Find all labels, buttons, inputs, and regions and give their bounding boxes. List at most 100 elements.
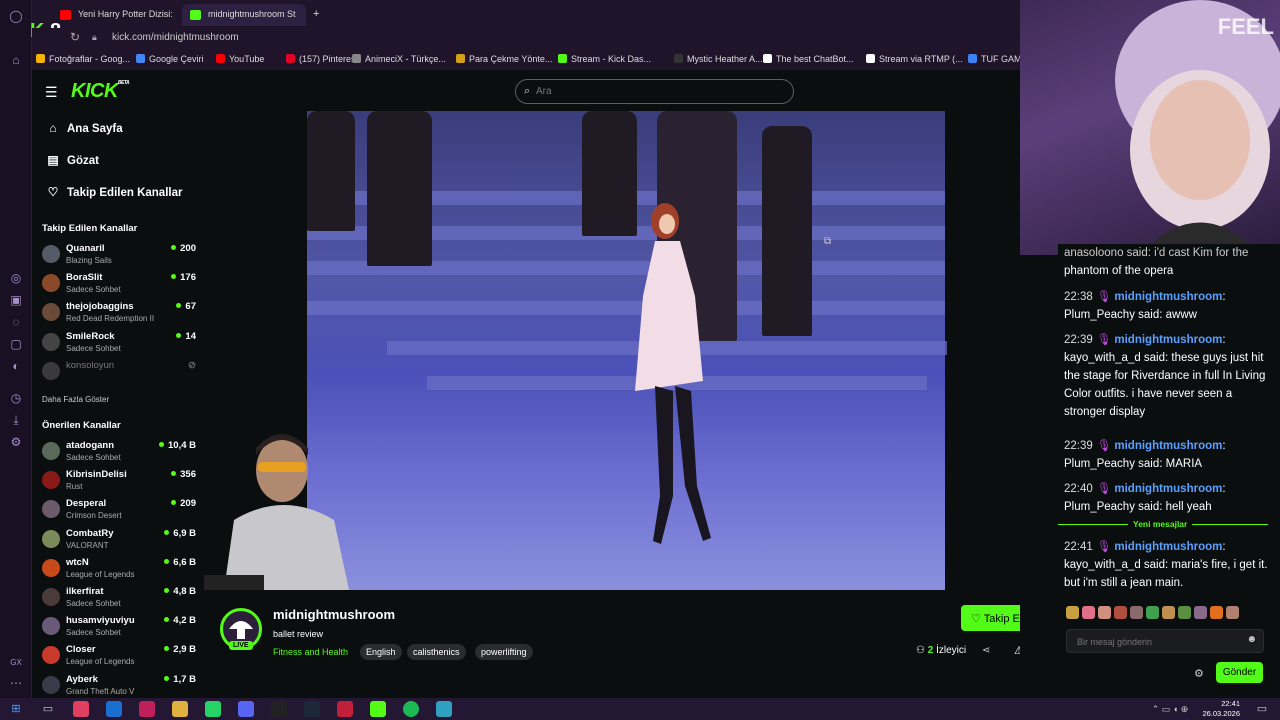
emote-icon[interactable]: [1066, 606, 1079, 619]
bookmark-item[interactable]: The best ChatBot...: [763, 54, 854, 64]
app-icon[interactable]: [337, 701, 353, 717]
channel-item[interactable]: wtcN League of Legends 6,6 B: [40, 556, 196, 582]
bookmark-item[interactable]: Mystic Heather A...: [674, 54, 763, 64]
whatsapp-icon[interactable]: [205, 701, 221, 717]
emote-icon[interactable]: [1130, 606, 1143, 619]
channel-item[interactable]: thejojobaggins Red Dead Redemption II 67: [40, 300, 196, 326]
emote-icon[interactable]: [1098, 606, 1111, 619]
channel-item[interactable]: atadogann Sadece Sohbet 10,4 B: [40, 439, 196, 465]
chat-input-box[interactable]: ☻: [1066, 629, 1264, 653]
bookmark-item[interactable]: Fotoğraflar - Goog...: [36, 54, 130, 64]
discord-icon[interactable]: ◐: [8, 358, 24, 374]
emote-icon[interactable]: [1178, 606, 1191, 619]
opera-gx-icon[interactable]: [139, 701, 155, 717]
spotify-icon[interactable]: [403, 701, 419, 717]
message-username[interactable]: midnightmushroom: [1114, 291, 1222, 303]
kick-icon[interactable]: [370, 701, 386, 717]
emote-icon[interactable]: [1226, 606, 1239, 619]
channel-item[interactable]: konsoloyun ⊘: [40, 359, 196, 385]
history-icon[interactable]: ◷: [8, 390, 24, 406]
new-tab-button[interactable]: +: [308, 4, 328, 26]
edge-icon[interactable]: [106, 701, 122, 717]
channel-item[interactable]: Closer League of Legends 2,9 B: [40, 643, 196, 669]
task-view-icon[interactable]: ▭: [40, 701, 56, 717]
emoji-icon[interactable]: ☻: [1246, 634, 1257, 645]
settings-icon[interactable]: ⚙: [8, 434, 24, 450]
viewer-count: 200: [171, 243, 196, 254]
ai-icon[interactable]: ◎: [8, 270, 24, 286]
clock[interactable]: 22:41 26.03.2026: [1202, 699, 1240, 719]
video-player[interactable]: ⧉: [204, 111, 1020, 591]
reload-icon[interactable]: ↻: [70, 30, 80, 44]
system-tray[interactable]: ⌃ ▭ ◖ ⊕: [1140, 701, 1200, 717]
nav-browse[interactable]: ▤ Gözat: [45, 153, 99, 167]
message-username[interactable]: midnightmushroom: [1114, 483, 1222, 495]
download-icon[interactable]: ⤓: [8, 412, 24, 428]
bookmark-item[interactable]: (157) Pinterest: [286, 54, 358, 64]
nav-home[interactable]: ⌂ Ana Sayfa: [45, 121, 122, 135]
emote-icon[interactable]: [1114, 606, 1127, 619]
bookmark-item[interactable]: Google Çeviri: [136, 54, 204, 64]
tag-powerlifting[interactable]: powerlifting: [475, 644, 533, 660]
bookmark-item[interactable]: Stream - Kick Das...: [558, 54, 651, 64]
message-username[interactable]: midnightmushroom: [1114, 440, 1222, 452]
whatsapp-icon[interactable]: ◌: [8, 314, 24, 330]
steam-icon[interactable]: [304, 701, 320, 717]
url-text[interactable]: kick.com/midnightmushroom: [112, 32, 239, 43]
popout-icon[interactable]: ⧉: [824, 236, 831, 247]
channel-item[interactable]: Ayberk Grand Theft Auto V 1,7 B: [40, 673, 196, 699]
kick-logo[interactable]: KICKBETA: [71, 80, 130, 103]
opera-icon[interactable]: ◯: [8, 8, 24, 24]
show-more-link[interactable]: Daha Fazla Göster: [42, 395, 109, 404]
tab-harry-potter[interactable]: Yeni Harry Potter Dizisi: Bi: [52, 4, 176, 26]
tab-kick[interactable]: midnightmushroom St: [182, 4, 306, 26]
share-icon[interactable]: ⋖: [982, 645, 990, 656]
message-username[interactable]: midnightmushroom: [1114, 541, 1222, 553]
emote-icon[interactable]: [1210, 606, 1223, 619]
tag-calisthenics[interactable]: calisthenics: [407, 644, 466, 660]
instagram-icon[interactable]: ▢: [8, 336, 24, 352]
channel-item[interactable]: KibrisinDelisi Rust 356: [40, 468, 196, 494]
emote-icon[interactable]: [1082, 606, 1095, 619]
channel-item[interactable]: Desperal Crimson Desert 209: [40, 497, 196, 523]
channel-item[interactable]: CombatRy VALORANT 6,9 B: [40, 527, 196, 553]
folder-icon[interactable]: [172, 701, 188, 717]
gx-icon[interactable]: GX: [8, 655, 24, 671]
emote-icon[interactable]: [1194, 606, 1207, 619]
channel-item[interactable]: BoraSlit Sadece Sohbet 176: [40, 271, 196, 297]
channel-item[interactable]: ilkerfirat Sadece Sohbet 4,8 B: [40, 585, 196, 611]
stream-category[interactable]: Fitness and Health: [273, 647, 348, 657]
search-box[interactable]: ⌕: [515, 79, 794, 104]
search-input[interactable]: [536, 84, 776, 99]
chat-settings-icon[interactable]: ⚙: [1194, 667, 1204, 680]
nav-following[interactable]: ♡ Takip Edilen Kanallar: [45, 185, 183, 199]
emote-icon[interactable]: [1146, 606, 1159, 619]
bookmark-item[interactable]: YouTube: [216, 54, 264, 64]
channel-item[interactable]: Quanaril Blazing Sails 200: [40, 242, 196, 268]
emote-icon[interactable]: [1162, 606, 1175, 619]
chat-input[interactable]: [1077, 635, 1237, 648]
app-icon[interactable]: [436, 701, 452, 717]
channel-item[interactable]: husamviyuviyu Sadece Sohbet 4,2 B: [40, 614, 196, 640]
windows-start-icon[interactable]: ⊞: [8, 701, 24, 717]
choir-figure: [762, 126, 812, 336]
notification-icon[interactable]: ▭: [1254, 701, 1270, 717]
app-icon[interactable]: [73, 701, 89, 717]
send-button[interactable]: Gönder: [1216, 662, 1263, 683]
message-username[interactable]: midnightmushroom: [1114, 334, 1222, 346]
live-dot-icon: [164, 646, 170, 652]
menu-icon[interactable]: ☰: [45, 84, 58, 101]
channel-name[interactable]: midnightmushroom: [273, 607, 395, 622]
bookmark-item[interactable]: AnimeciX - Türkçe...: [352, 54, 446, 64]
recommended-title: Önerilen Kanallar: [42, 420, 121, 431]
epic-icon[interactable]: [271, 701, 287, 717]
more-icon[interactable]: ⋯: [8, 675, 24, 691]
bookmark-item[interactable]: Para Çekme Yönte...: [456, 54, 552, 64]
tag-english[interactable]: English: [360, 644, 402, 660]
channel-item[interactable]: SmileRock Sadece Sohbet 14: [40, 330, 196, 356]
twitch-icon[interactable]: ▣: [8, 292, 24, 308]
discord-icon[interactable]: [238, 701, 254, 717]
bookmark-item[interactable]: TUF GAM: [968, 54, 1022, 64]
home-icon[interactable]: ⌂: [8, 52, 24, 68]
bookmark-item[interactable]: Stream via RTMP (...: [866, 54, 963, 64]
